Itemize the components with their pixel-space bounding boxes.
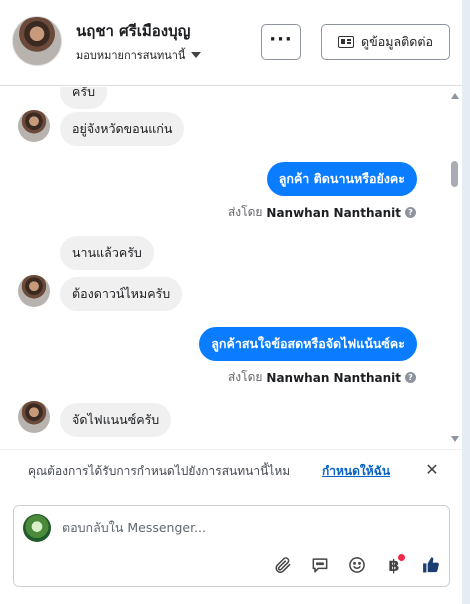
- paperclip-icon[interactable]: [272, 554, 294, 576]
- thumbs-up-icon[interactable]: [420, 554, 442, 576]
- reply-composer: ฿: [13, 505, 450, 587]
- message-bubble-incoming: ครับ: [60, 87, 108, 109]
- reply-input[interactable]: [62, 520, 422, 535]
- message-bubble-incoming: นานแล้วครับ: [60, 236, 154, 270]
- assign-conversation-dropdown[interactable]: มอบหมายการสนทนานี้: [76, 46, 202, 64]
- thread-scrollbar[interactable]: [449, 87, 462, 449]
- assign-prompt-question: คุณต้องการได้รับการกำหนดไปยังการสนทนานี้…: [28, 464, 291, 478]
- view-contact-info-button[interactable]: ดูข้อมูลติดต่อ: [321, 24, 450, 60]
- help-icon[interactable]: ?: [405, 207, 416, 218]
- emoji-icon[interactable]: [346, 554, 368, 576]
- scrollbar-thumb[interactable]: [451, 161, 458, 187]
- baht-icon[interactable]: ฿: [383, 554, 405, 576]
- more-options-button[interactable]: ···: [261, 24, 301, 60]
- assign-to-me-link[interactable]: กำหนดให้ฉัน: [322, 462, 390, 481]
- notification-dot: [398, 554, 405, 561]
- composer-toolbar: ฿: [272, 552, 442, 578]
- sent-by-label: ส่งโดย Nanwhan Nanthanit ?: [228, 203, 416, 222]
- conversation-panel: นฤชา ศรีเมืองบุญ มอบหมายการสนทนานี้ ··· …: [0, 0, 462, 604]
- scroll-down-arrow-icon[interactable]: [451, 436, 459, 442]
- chat-bubble-icon[interactable]: [309, 554, 331, 576]
- view-contact-info-label: ดูข้อมูลติดต่อ: [361, 34, 433, 49]
- message-bubble-incoming: อยู่จังหวัดขอนแก่น: [60, 112, 185, 146]
- page-avatar: [23, 514, 51, 542]
- message-bubble-incoming: จัดไฟแนนซ์ครับ: [60, 403, 172, 437]
- message-thread[interactable]: ครับ อยู่จังหวัดขอนแก่น ลูกค้า ติดนานหรื…: [0, 87, 462, 449]
- contact-avatar-small[interactable]: [18, 110, 50, 142]
- caret-down-icon: [191, 52, 202, 58]
- conversation-header: นฤชา ศรีเมืองบุญ มอบหมายการสนทนานี้ ··· …: [0, 0, 462, 86]
- message-bubble-outgoing: ลูกค้าสนใจข้อสดหรือจัดไฟแน้นซ์คะ: [199, 327, 417, 361]
- sent-by-label: ส่งโดย Nanwhan Nanthanit ?: [228, 368, 416, 387]
- sent-by-prefix: ส่งโดย: [227, 205, 263, 219]
- contact-card-icon: [338, 36, 355, 48]
- contact-avatar[interactable]: [12, 16, 62, 66]
- sent-by-name: Nanwhan Nanthanit: [266, 205, 401, 220]
- assign-prompt-banner: คุณต้องการได้รับการกำหนดไปยังการสนทนานี้…: [0, 449, 462, 491]
- help-icon[interactable]: ?: [405, 372, 416, 383]
- message-bubble-incoming: ต้องดาวน์ไหมครับ: [60, 277, 183, 311]
- assign-label: มอบหมายการสนทนานี้: [76, 49, 186, 62]
- contact-avatar-small[interactable]: [18, 401, 50, 433]
- sent-by-prefix: ส่งโดย: [227, 370, 263, 384]
- close-icon[interactable]: ✕: [422, 460, 442, 480]
- message-bubble-outgoing: ลูกค้า ติดนานหรือยังคะ: [266, 162, 417, 196]
- contact-avatar-small[interactable]: [18, 275, 50, 307]
- sent-by-name: Nanwhan Nanthanit: [266, 370, 401, 385]
- scroll-up-arrow-icon[interactable]: [451, 93, 459, 99]
- contact-name[interactable]: นฤชา ศรีเมืองบุญ: [76, 19, 190, 43]
